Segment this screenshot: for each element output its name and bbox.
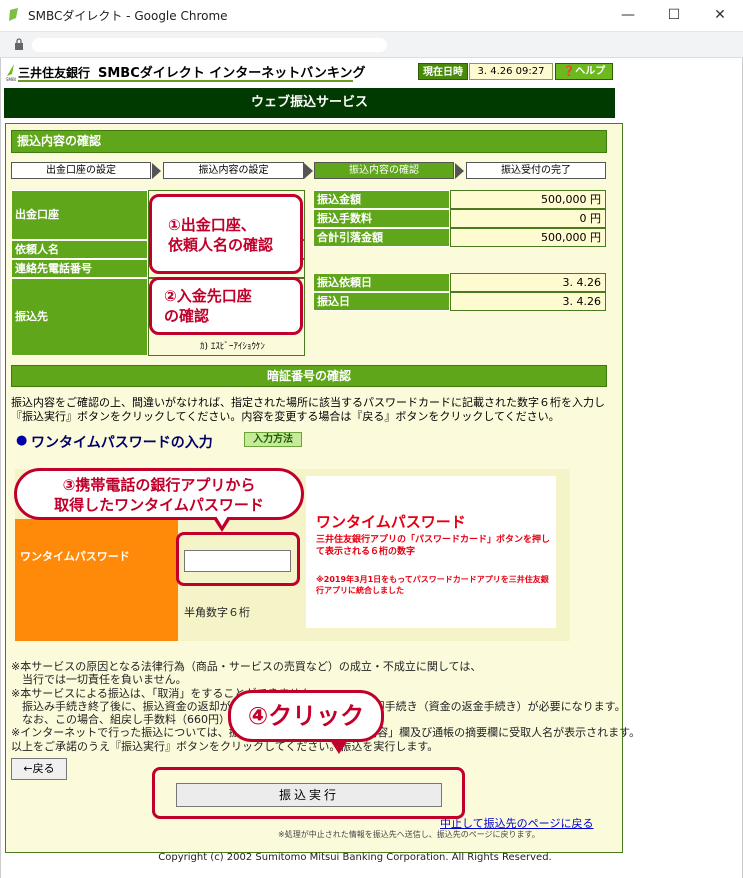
transfer-amount-value: 500,000 円 (450, 190, 606, 209)
callout-line: の確認 (164, 307, 210, 325)
lock-icon (15, 38, 23, 50)
total-label: 合計引落金額 (313, 228, 450, 247)
fee-value: 0 円 (450, 209, 606, 228)
otp-label-cell (15, 519, 178, 641)
transfer-date-label: 振込日 (313, 292, 450, 311)
help-button[interactable]: ❓ヘルプ (555, 63, 613, 80)
callout-line: ①出金口座、 (168, 216, 256, 234)
annotation-callout-1: ①出金口座、 依頼人名の確認 (149, 194, 303, 274)
total-value: 500,000 円 (450, 228, 606, 247)
close-button[interactable]: ✕ (697, 0, 743, 32)
request-date-value: 3. 4.26 (450, 273, 606, 292)
bullet-icon: ● (16, 433, 28, 448)
otp-info-title: ワンタイムパスワード (316, 513, 466, 531)
step-arrow-icon (455, 163, 464, 179)
help-icon: ❓ (562, 66, 576, 77)
annotation-callout-3: ③携帯電話の銀行アプリから 取得したワンタイムパスワード (14, 468, 304, 520)
minimize-button[interactable]: — (605, 0, 651, 32)
otp-title: ワンタイムパスワードの入力 (31, 435, 213, 451)
callout-line: 取得したワンタイムパスワード (54, 496, 264, 514)
note-line: 当行では一切責任を負いません。 (11, 673, 187, 687)
window-title: SMBCダイレクト - Google Chrome (28, 9, 228, 23)
annotation-callout-2: ②入金先口座 の確認 (149, 277, 303, 335)
datetime-value: 3. 4.26 09:27 (469, 63, 553, 80)
pin-description-line: 『振込実行』ボタンをクリックしてください。内容を変更する場合は『戻る』ボタンをク… (11, 410, 560, 423)
transfer-date-value: 3. 4.26 (450, 292, 606, 311)
datetime-label: 現在日時 (418, 63, 468, 80)
cancel-note: ※処理が中止された情報を振込先へ送信し、振込先のページに戻ります。 (278, 830, 540, 839)
pin-description-line: 振込内容をご確認の上、間違いがなければ、指定された場所に該当するパスワードカード… (11, 396, 605, 409)
request-date-label: 振込依頼日 (313, 273, 450, 292)
otp-label: ワンタイムパスワード (20, 550, 130, 563)
callout-pointer-icon (330, 740, 348, 754)
requester-label: 依頼人名 (11, 240, 148, 259)
url-field[interactable] (32, 38, 387, 52)
payee-kana: ｶ) ｴｽﾋﾞｰｱｲｼｮｳｹﾝ (200, 342, 265, 352)
otp-hint: 半角数字６桁 (184, 606, 250, 619)
annotation-callout-4: ④クリック (228, 690, 384, 742)
smbc-logo-icon: SMBC (6, 64, 16, 82)
execute-highlight-box (152, 767, 465, 819)
otp-info-note: ※2019年3月1日をもってパスワードカードアプリを三井住友銀行アプリに統合しま… (316, 575, 549, 595)
back-button[interactable]: ←戻る (11, 758, 67, 780)
debit-account-label: 出金口座 (11, 190, 148, 240)
svg-text:SMBC: SMBC (6, 77, 16, 82)
step-confirm-current: 振込内容の確認 (314, 162, 454, 179)
step-debit-account: 出金口座の設定 (11, 162, 151, 179)
help-label: ヘルプ (575, 66, 606, 77)
copyright: Copyright (c) 2002 Sumitomo Mitsui Banki… (158, 852, 552, 863)
step-arrow-icon (304, 163, 313, 179)
step-arrow-icon (152, 163, 161, 179)
step-transfer-details: 振込内容の設定 (163, 162, 304, 179)
callout-line: ②入金先口座 (164, 287, 252, 305)
logo-underline (18, 80, 353, 82)
input-method-link[interactable]: 入力方法 (244, 432, 302, 447)
maximize-button[interactable]: ☐ (651, 0, 697, 32)
pin-description: 振込内容をご確認の上、間違いがなければ、指定された場所に該当するパスワードカード… (11, 396, 671, 424)
callout-line: ③携帯電話の銀行アプリから (62, 476, 256, 494)
confirm-heading: 振込内容の確認 (11, 130, 607, 153)
otp-info-description: 三井住友銀行アプリの「パスワードカード」ボタンを押して表示される６桁の数字 (316, 535, 551, 557)
step-complete: 振込受付の完了 (466, 162, 606, 179)
payee-label: 振込先 (11, 278, 148, 356)
page-title: ウェブ振込サービス (4, 88, 615, 118)
pin-heading: 暗証番号の確認 (11, 365, 607, 387)
bank-name: 三井住友銀行 (18, 66, 91, 80)
callout-line: 依頼人名の確認 (168, 236, 274, 254)
note-line: ※本サービスの原因となる法律行為（商品・サービスの売買など）の成立・不成立に関し… (11, 660, 482, 673)
phone-label: 連絡先電話番号 (11, 259, 148, 278)
page-favicon-icon (9, 8, 18, 21)
service-name: SMBCダイレクト インターネットバンキング (98, 66, 366, 81)
otp-highlight-box (176, 532, 300, 586)
callout-pointer-inner-icon (216, 516, 228, 526)
transfer-amount-label: 振込金額 (313, 190, 450, 209)
fee-label: 振込手数料 (313, 209, 450, 228)
